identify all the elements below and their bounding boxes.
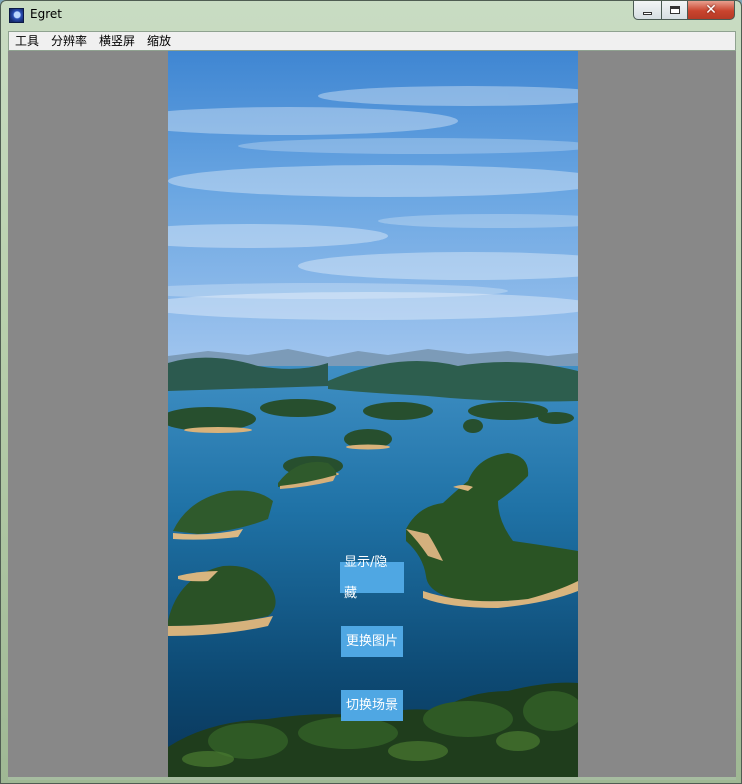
lake-islands-landscape bbox=[168, 51, 578, 777]
egret-app-icon[interactable] bbox=[9, 8, 24, 23]
menu-tools[interactable]: 工具 bbox=[9, 32, 45, 50]
app-window: Egret ✕ 工具 分辨率 横竖屏 缩放 显示/隐 更换图片 切换场景 bbox=[0, 0, 742, 784]
menu-zoom[interactable]: 缩放 bbox=[141, 32, 177, 50]
menu-resolution[interactable]: 分辨率 bbox=[45, 32, 93, 50]
title-bar[interactable]: Egret ✕ bbox=[1, 1, 741, 29]
menu-orientation[interactable]: 横竖屏 bbox=[93, 32, 141, 50]
game-stage[interactable]: 显示/隐藏 更换图片 切换场景 bbox=[168, 51, 578, 777]
close-button[interactable]: ✕ bbox=[687, 1, 735, 20]
close-icon: ✕ bbox=[705, 2, 717, 18]
maximize-button[interactable] bbox=[661, 1, 688, 20]
minimize-button[interactable] bbox=[633, 1, 662, 20]
minimize-icon bbox=[643, 11, 652, 15]
client-area: 显示/隐藏 更换图片 切换场景 bbox=[8, 51, 736, 777]
maximize-icon bbox=[669, 6, 680, 14]
switch-scene-button[interactable]: 切换场景 bbox=[341, 690, 403, 721]
menu-bar: 工具 分辨率 横竖屏 缩放 bbox=[8, 31, 736, 51]
window-title: Egret bbox=[30, 7, 62, 21]
window-bottom-border bbox=[8, 777, 736, 780]
change-image-button[interactable]: 更换图片 bbox=[341, 626, 403, 657]
toggle-visibility-button[interactable]: 显示/隐藏 bbox=[340, 555, 404, 601]
